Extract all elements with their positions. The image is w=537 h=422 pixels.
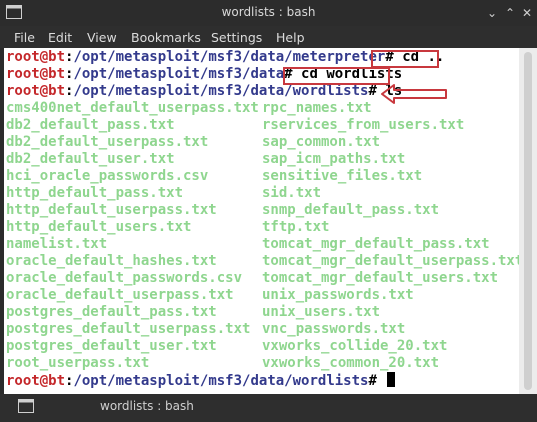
file-entry: sensitive_files.txt xyxy=(262,168,423,184)
file-entry: db2_default_pass.txt xyxy=(6,117,175,133)
file-entry: postgres_default_userpass.txt xyxy=(6,321,251,337)
file-entry: unix_passwords.txt xyxy=(262,287,414,303)
annotation-box xyxy=(371,50,439,68)
menu-help[interactable]: Help xyxy=(276,30,305,45)
file-entry: namelist.txt xyxy=(6,236,108,252)
file-entry: snmp_default_pass.txt xyxy=(262,202,440,218)
file-entry: tomcat_mgr_default_userpass.txt xyxy=(262,253,519,269)
menu-bar: File Edit View Bookmarks Settings Help xyxy=(0,26,537,48)
prompt-line: root@bt:/opt/metasploit/msf3/data/wordli… xyxy=(6,372,396,389)
file-entry: db2_default_user.txt xyxy=(6,151,175,167)
menu-settings[interactable]: Settings xyxy=(211,30,262,45)
close-icon[interactable]: ✕ xyxy=(519,6,535,20)
prompt-user: root@bt xyxy=(6,373,66,389)
file-entry: hci_oracle_passwords.csv xyxy=(6,168,209,184)
file-entry: vxworks_collide_20.txt xyxy=(262,338,448,354)
prompt-line: root@bt:/opt/metasploit/msf3/data/wordli… xyxy=(6,83,403,99)
prompt-path: /opt/metasploit/msf3/data/meterpreter xyxy=(73,49,386,65)
prompt-path: /opt/metasploit/msf3/data/wordlists xyxy=(73,373,369,389)
file-entry: tftp.txt xyxy=(262,219,330,235)
file-entry: unix_users.txt xyxy=(262,304,381,320)
file-entry: http_default_userpass.txt xyxy=(6,202,217,218)
file-entry: tomcat_mgr_default_users.txt xyxy=(262,270,499,286)
terminal-output[interactable]: root@bt:/opt/metasploit/msf3/data/meterp… xyxy=(4,48,519,394)
prompt-hash: # xyxy=(368,83,377,99)
file-entry: oracle_default_userpass.txt xyxy=(6,287,234,303)
annotation-arrow-icon xyxy=(381,84,447,104)
file-entry: vxworks_common_20.txt xyxy=(262,355,440,371)
minimize-icon[interactable]: ⌄ xyxy=(484,6,500,20)
annotation-box xyxy=(283,67,390,85)
tab-terminal-icon[interactable] xyxy=(18,399,34,413)
prompt-user: root@bt xyxy=(6,83,66,99)
menu-edit[interactable]: Edit xyxy=(48,30,72,45)
prompt-user: root@bt xyxy=(6,66,66,82)
menu-bookmarks[interactable]: Bookmarks xyxy=(131,30,201,45)
title-bar: wordlists : bash ⌄ ⌃ ✕ xyxy=(0,0,537,26)
file-entry: sap_common.txt xyxy=(262,134,381,150)
file-entry: tomcat_mgr_default_pass.txt xyxy=(262,236,490,252)
file-entry: postgres_default_user.txt xyxy=(6,338,217,354)
file-entry: rservices_from_users.txt xyxy=(262,117,465,133)
menu-file[interactable]: File xyxy=(14,30,35,45)
prompt-path: /opt/metasploit/msf3/data xyxy=(73,66,285,82)
file-entry: sap_icm_paths.txt xyxy=(262,151,406,167)
file-entry: root_userpass.txt xyxy=(6,355,150,371)
tab-wordlists-bash[interactable]: wordlists : bash xyxy=(100,399,194,413)
prompt-path: /opt/metasploit/msf3/data/wordlists xyxy=(73,83,369,99)
file-entry: http_default_pass.txt xyxy=(6,185,184,201)
file-entry: rpc_names.txt xyxy=(262,100,372,116)
prompt-user: root@bt xyxy=(6,49,66,65)
scrollbar[interactable] xyxy=(519,48,537,394)
window-title: wordlists : bash xyxy=(221,5,316,19)
file-entry: vnc_passwords.txt xyxy=(262,321,406,337)
file-entry: oracle_default_hashes.txt xyxy=(6,253,217,269)
tab-bar: wordlists : bash xyxy=(0,394,537,422)
file-entry: db2_default_userpass.txt xyxy=(6,134,209,150)
file-entry: oracle_default_passwords.csv xyxy=(6,270,243,286)
file-entry: cms400net_default_userpass.txt xyxy=(6,100,259,116)
scrollbar-thumb[interactable] xyxy=(524,52,532,390)
file-entry: sid.txt xyxy=(262,185,322,201)
file-entry: http_default_users.txt xyxy=(6,219,192,235)
maximize-icon[interactable]: ⌃ xyxy=(502,6,518,20)
prompt-hash: # xyxy=(368,373,377,389)
file-entry: postgres_default_pass.txt xyxy=(6,304,217,320)
menu-view[interactable]: View xyxy=(87,30,117,45)
text-cursor xyxy=(387,372,396,387)
